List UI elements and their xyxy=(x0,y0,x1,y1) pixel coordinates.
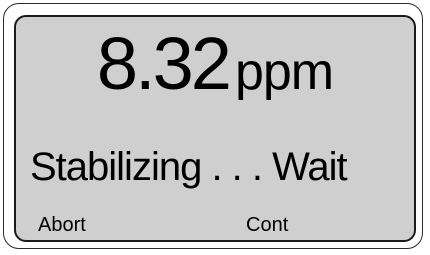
abort-softkey[interactable]: Abort xyxy=(38,215,86,235)
status-message: Stabilizing . . . Wait xyxy=(30,145,348,189)
continue-softkey[interactable]: Cont xyxy=(246,215,288,235)
reading-unit: ppm xyxy=(234,43,334,101)
reading-value: 8.32 xyxy=(96,22,232,105)
measurement-reading: 8.32 ppm xyxy=(16,27,414,101)
lcd-display: 8.32 ppm Stabilizing . . . Wait Abort Con… xyxy=(14,15,416,242)
